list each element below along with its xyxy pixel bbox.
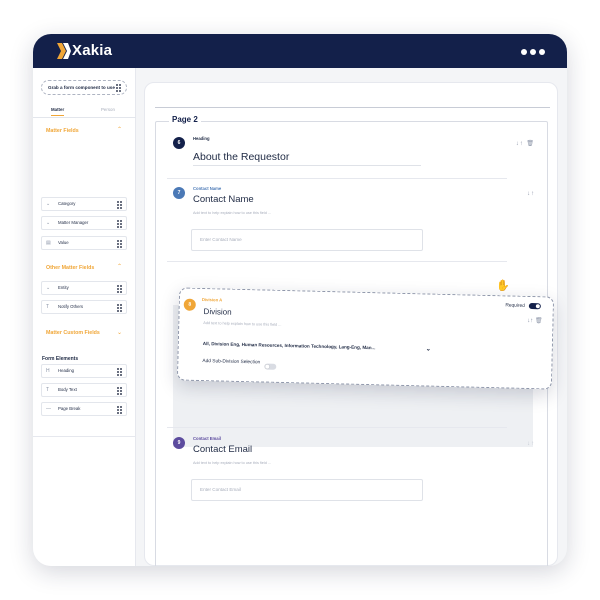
trash-icon[interactable]: 🗑 <box>535 318 543 324</box>
division-select-value: All, Division Eng, Human Resources, Info… <box>202 341 376 351</box>
question-title[interactable]: Contact Name <box>193 194 254 205</box>
sort-icon[interactable]: ↓↑ <box>527 191 535 197</box>
sidebar-item-label: Notify Others <box>58 304 84 309</box>
sidebar-item-label: Matter Manager <box>58 220 89 225</box>
question-actions[interactable]: ↓↑ 🗑 <box>516 140 535 147</box>
sidebar-item-notify-others[interactable]: T Notify Others <box>41 300 127 314</box>
sidebar-item-page-break[interactable]: — Page Break <box>41 402 127 416</box>
sidebar-item-label: Value <box>58 240 69 245</box>
sidebar-item-value[interactable]: ▤ Value <box>41 236 127 250</box>
grip-icon[interactable] <box>117 220 122 228</box>
question-division-dragging[interactable]: 8 Division A Division Add text to help e… <box>176 287 555 390</box>
grip-icon[interactable] <box>117 304 122 312</box>
question-contact-email[interactable]: 9 Contact Email Contact Email Add text t… <box>169 435 539 505</box>
question-type: Contact Name <box>193 186 222 191</box>
grab-hand-icon: ✋ <box>496 280 510 292</box>
sort-icon[interactable]: ↓↑ <box>527 318 533 324</box>
question-number-badge: 8 <box>183 298 196 311</box>
grip-icon <box>116 84 121 92</box>
chevron-up-icon[interactable]: ⌃ <box>117 126 122 133</box>
sidebar-item-body-text[interactable]: T Body Text <box>41 383 127 397</box>
question-heading[interactable]: 6 Heading About the Requestor ↓↑ 🗑 <box>169 135 539 175</box>
sidebar-item-label: Heading <box>58 368 75 373</box>
grip-icon[interactable] <box>117 285 122 293</box>
question-type: Heading <box>193 136 210 141</box>
question-number-badge: 7 <box>173 187 185 199</box>
division-select[interactable]: All, Division Eng, Human Resources, Info… <box>203 338 435 356</box>
sidebar-item-label: Category <box>58 201 76 206</box>
more-menu-icon[interactable] <box>521 49 545 55</box>
sort-icon[interactable]: ↓↑ <box>516 141 524 147</box>
question-title[interactable]: Division <box>204 307 232 317</box>
question-type: Contact Email <box>193 436 221 441</box>
grip-icon[interactable] <box>117 240 122 248</box>
tab-matter[interactable]: Matter <box>51 106 65 116</box>
question-separator <box>167 427 507 428</box>
question-type: Division A <box>201 296 223 303</box>
question-number-badge: 6 <box>173 137 185 149</box>
sidebar-item-entity[interactable]: ⌄ Entity <box>41 281 127 295</box>
required-toggle-group[interactable]: Required <box>505 302 541 310</box>
sidebar-item-category[interactable]: ⌄ Category <box>41 197 127 211</box>
sub-division-label: Add Sub-Division Selection <box>202 359 261 366</box>
page-break-icon: — <box>46 406 51 412</box>
chevron-up-icon[interactable]: ⌃ <box>117 263 122 270</box>
question-number-badge: 9 <box>173 437 185 449</box>
app-window: Xakia Grab a form component to use Matte… <box>33 34 567 566</box>
sidebar-item-heading[interactable]: H Heading <box>41 364 127 378</box>
sidebar-item-matter-manager[interactable]: ⌄ Matter Manager <box>41 216 127 230</box>
chevron-down-icon[interactable]: ⌄ <box>426 343 431 355</box>
question-separator <box>167 261 507 262</box>
xakia-logo-icon <box>57 42 71 59</box>
section-matter-custom-fields[interactable]: Matter Custom Fields <box>46 330 100 336</box>
title-underline <box>193 165 421 166</box>
question-help-text[interactable]: Add text to help explain how to use this… <box>193 461 271 465</box>
page-title: Page 2 <box>169 115 201 124</box>
contact-email-input[interactable]: Enter Contact Email <box>191 479 423 501</box>
component-sidebar: Grab a form component to use Matter Pers… <box>33 68 136 566</box>
sidebar-item-label: Page Break <box>58 406 81 411</box>
question-title[interactable]: About the Requestor <box>193 151 289 163</box>
chevron-down-icon: ⌄ <box>46 220 51 226</box>
grip-icon[interactable] <box>117 387 122 395</box>
question-separator <box>167 178 507 179</box>
section-other-matter-fields[interactable]: Other Matter Fields <box>46 265 94 271</box>
top-bar: Xakia <box>33 34 567 68</box>
grab-hint-text: Grab a form component to use <box>48 85 115 90</box>
chevron-down-icon: ⌄ <box>46 201 51 207</box>
chevron-down-icon: ⌄ <box>46 285 51 291</box>
divider <box>155 107 550 108</box>
question-help-text[interactable]: Add text to help explain how to use this… <box>203 321 281 327</box>
sidebar-item-label: Body Text <box>58 387 77 392</box>
grip-icon[interactable] <box>117 201 122 209</box>
table-icon: ▤ <box>46 240 51 246</box>
question-contact-name[interactable]: 7 Contact Name Contact Name Add text to … <box>169 185 539 255</box>
sort-icon[interactable]: ↓↑ <box>527 441 535 447</box>
grab-hint: Grab a form component to use <box>41 80 127 95</box>
chevron-down-icon[interactable]: ⌄ <box>117 329 122 336</box>
heading-icon: H <box>46 368 50 374</box>
tab-person[interactable]: Person <box>101 106 115 114</box>
logo: Xakia <box>57 42 112 59</box>
grip-icon[interactable] <box>117 406 122 414</box>
trash-icon[interactable]: 🗑 <box>526 141 535 147</box>
section-matter-fields[interactable]: Matter Fields <box>46 128 79 134</box>
form-elements-heading: Form Elements <box>42 356 79 362</box>
sidebar-item-label: Entity <box>58 285 69 290</box>
required-label: Required <box>505 302 525 309</box>
sidebar-divider <box>33 436 136 437</box>
text-icon: T <box>46 304 50 310</box>
grip-icon[interactable] <box>117 368 122 376</box>
contact-name-input[interactable]: Enter Contact Name <box>191 229 423 251</box>
question-help-text[interactable]: Add text to help explain how to use this… <box>193 211 271 215</box>
sidebar-tabs: Matter Person <box>33 106 136 118</box>
sub-division-toggle[interactable] <box>264 363 277 370</box>
app-title: Xakia <box>72 42 113 59</box>
question-actions[interactable]: ↓↑ 🗑 <box>527 317 542 324</box>
text-icon: T <box>46 387 50 393</box>
question-title[interactable]: Contact Email <box>193 444 252 455</box>
required-toggle[interactable] <box>528 302 541 310</box>
